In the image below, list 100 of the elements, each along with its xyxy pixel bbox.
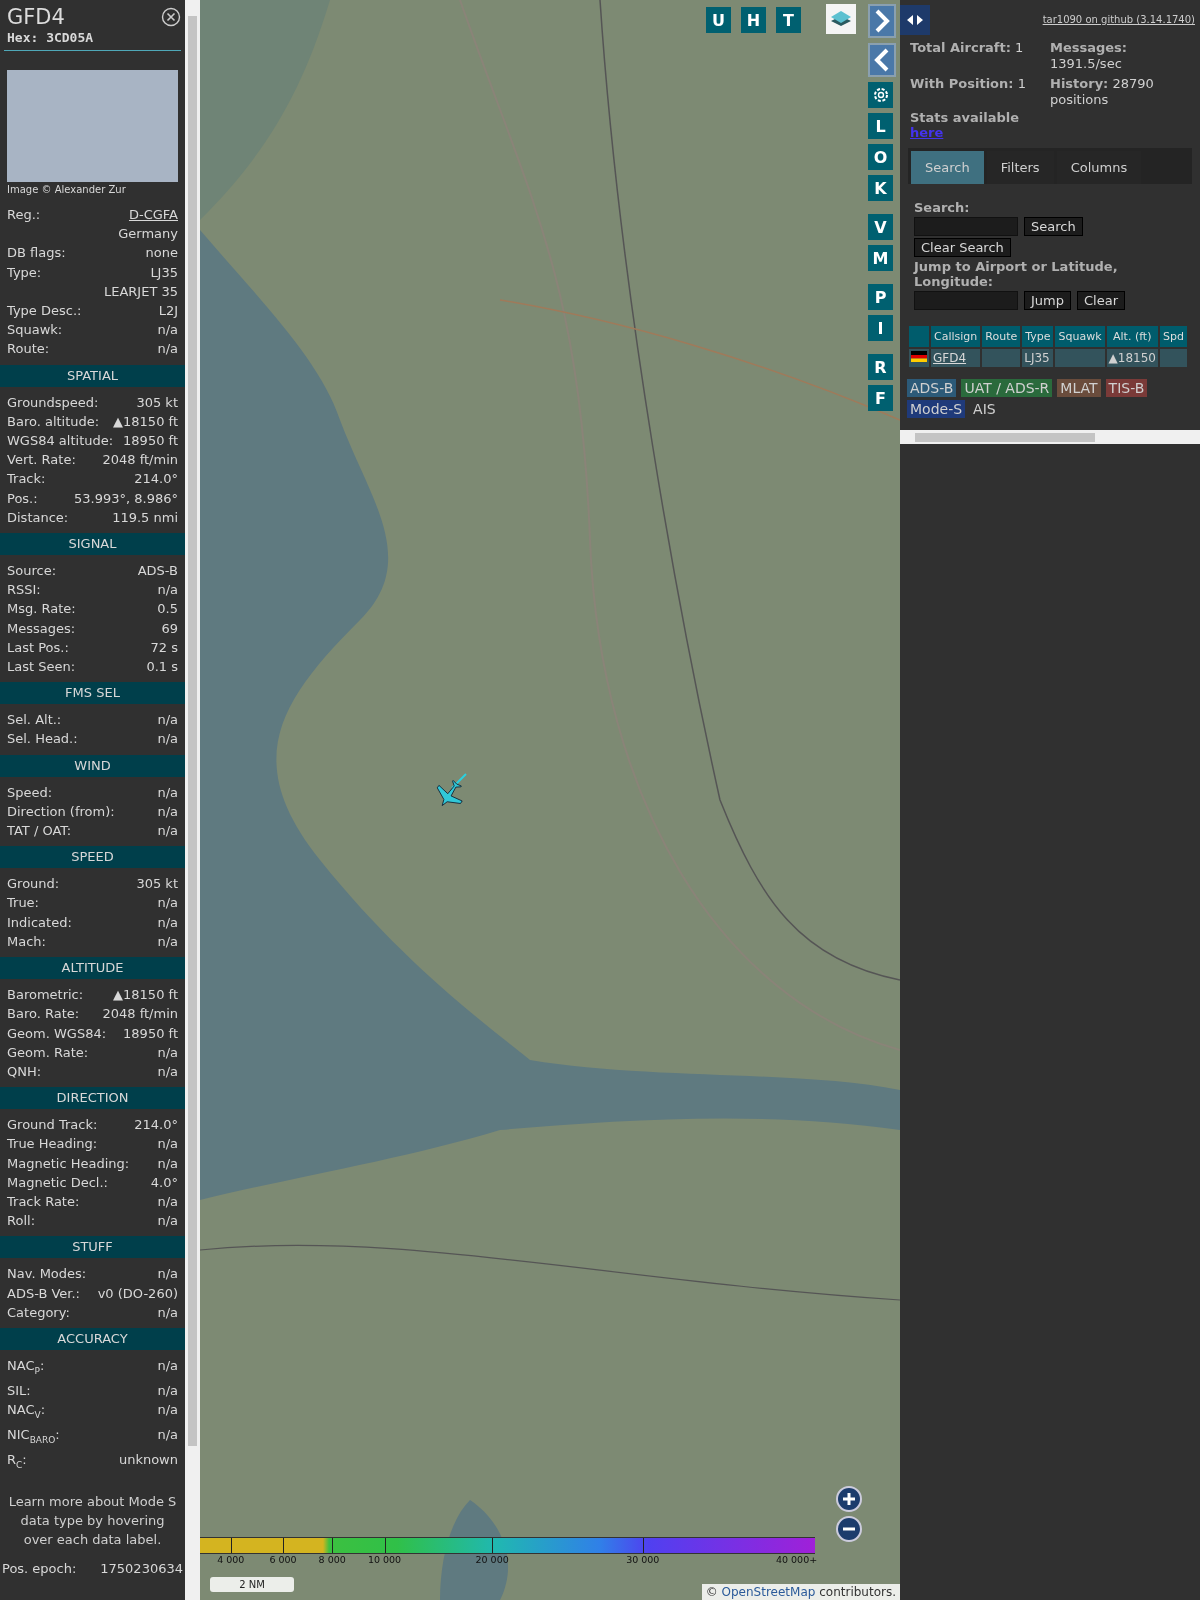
tab[interactable]: Search	[911, 151, 984, 184]
source-tag: ADS-B	[907, 379, 957, 397]
plus-icon	[841, 1491, 857, 1507]
field-value: n/a	[157, 1265, 178, 1284]
collapse-button[interactable]	[868, 43, 896, 77]
field-label: Indicated:	[7, 913, 72, 932]
map-toggle-button[interactable]: U	[706, 7, 731, 33]
scrollbar-thumb[interactable]	[188, 16, 197, 1446]
column-header[interactable]: Callsign	[931, 326, 981, 347]
clear-button[interactable]: Clear	[1077, 291, 1125, 310]
field-value: n/a	[157, 802, 178, 821]
callsign-link[interactable]: GFD4	[933, 351, 967, 365]
close-icon[interactable]	[161, 7, 181, 27]
jump-field[interactable]	[914, 291, 1018, 310]
field-label: Direction (from):	[7, 802, 115, 821]
search-field[interactable]	[914, 217, 1018, 236]
scrollbar-thumb[interactable]	[915, 432, 1095, 442]
section-header: SPEED	[0, 846, 185, 869]
field-value: n/a	[157, 913, 178, 932]
clear-search-button[interactable]: Clear Search	[914, 238, 1011, 257]
settings-button[interactable]	[868, 82, 893, 108]
column-header[interactable]: Squawk	[1055, 326, 1105, 347]
field-value: n/a	[157, 932, 178, 951]
registration-link[interactable]: D-CGFA	[128, 205, 178, 225]
field-value: n/a	[157, 1425, 178, 1444]
field-label: Nav. Modes:	[7, 1265, 87, 1284]
source-tag: TIS-B	[1105, 379, 1148, 397]
field-value: n/a	[157, 783, 178, 802]
map-toggle-button[interactable]: O	[868, 144, 893, 170]
field-value: ▲18150 ft	[113, 986, 178, 1005]
map-toggle-button[interactable]: L	[868, 113, 893, 139]
search-label: Search:	[914, 200, 971, 215]
field-label: Msg. Rate:	[7, 600, 76, 619]
field-label: ADS-B Ver.:	[7, 1284, 80, 1303]
source-tag: Mode-S	[907, 400, 966, 418]
field-label: DB flags:	[7, 244, 66, 263]
zoom-in-button[interactable]	[836, 1486, 862, 1512]
table-cell	[1159, 349, 1187, 367]
field-label: Sel. Head.:	[7, 730, 78, 749]
table-cell: ▲18150	[1106, 349, 1158, 367]
zoom-out-button[interactable]	[836, 1516, 862, 1542]
section-header: ACCURACY	[0, 1327, 185, 1350]
field-value: 214.0°	[134, 470, 178, 489]
field-value: n/a	[157, 730, 178, 749]
field-value: 305 kt	[136, 875, 178, 894]
jump-button[interactable]: Jump	[1024, 291, 1071, 310]
map-toggle-button[interactable]: R	[868, 354, 893, 380]
column-header[interactable]: Type	[1022, 326, 1054, 347]
field-value: L2J	[158, 302, 178, 320]
layers-button[interactable]	[826, 4, 856, 34]
map-toggle-button[interactable]: K	[868, 175, 893, 201]
field-value: n/a	[157, 340, 178, 359]
field-value: n/a	[157, 1356, 178, 1375]
field-label: Speed:	[7, 783, 53, 802]
map-toggle-button[interactable]: T	[776, 7, 801, 33]
stat-text: Total Aircraft: 1	[910, 40, 1025, 57]
field-value: 2048 ft/min	[102, 451, 178, 470]
field-value: n/a	[157, 1212, 178, 1231]
field-label: Reg.:	[7, 206, 41, 224]
field-label: True Heading:	[7, 1135, 98, 1154]
map-toggle-button[interactable]: I	[868, 315, 893, 341]
field-value: n/a	[157, 1062, 178, 1081]
column-header[interactable]: Alt. (ft)	[1106, 326, 1158, 347]
field-label: Last Pos.:	[7, 638, 69, 657]
field-label: Barometric:	[7, 986, 84, 1005]
map-toggle-button[interactable]: M	[868, 245, 893, 271]
map-toggle-button[interactable]: F	[868, 385, 893, 411]
field-value: 18950 ft	[123, 432, 178, 451]
legend-label: 40 000+	[775, 1554, 818, 1565]
field-label: RSSI:	[7, 581, 41, 600]
stat-text: Messages: 1391.5/sec	[1050, 40, 1129, 72]
field-value: n/a	[157, 1135, 178, 1154]
field-value: n/a	[157, 1400, 178, 1419]
openstreetmap-link[interactable]: OpenStreetMap	[721, 1585, 816, 1599]
panel-toggle-button[interactable]	[900, 5, 930, 35]
map-toggle-button[interactable]: H	[741, 7, 766, 33]
column-header[interactable]: Spd	[1159, 326, 1187, 347]
expand-button[interactable]	[868, 4, 896, 38]
map-toggle-button[interactable]: P	[868, 284, 893, 310]
field-value: none	[145, 244, 178, 263]
field-label: Sel. Alt.:	[7, 711, 62, 730]
field-value: LEARJET 35	[103, 282, 178, 301]
legend-label: 30 000	[626, 1554, 660, 1565]
field-label: NIC$_{BARO}$:	[7, 1425, 60, 1447]
map-toggle-button[interactable]: V	[868, 214, 893, 240]
field-label: Type:	[7, 263, 42, 282]
column-header[interactable]: Route	[982, 326, 1021, 347]
field-value: n/a	[157, 711, 178, 730]
table-cell	[982, 349, 1021, 367]
field-label: Mach:	[7, 932, 46, 951]
field-value: 72 s	[150, 638, 178, 657]
photo-credit: Image © Alexander Zur	[6, 183, 127, 197]
github-link[interactable]: tar1090 on github (3.14.1740)	[1042, 14, 1195, 25]
source-tag: MLAT	[1057, 379, 1101, 397]
field-value: n/a	[157, 1303, 178, 1322]
search-button[interactable]: Search	[1024, 217, 1083, 236]
field-value: 0.5	[157, 600, 178, 619]
section-header: SPATIAL	[0, 364, 185, 387]
field-label: TAT / OAT:	[7, 822, 72, 841]
source-tag: UAT / ADS-R	[961, 379, 1053, 397]
